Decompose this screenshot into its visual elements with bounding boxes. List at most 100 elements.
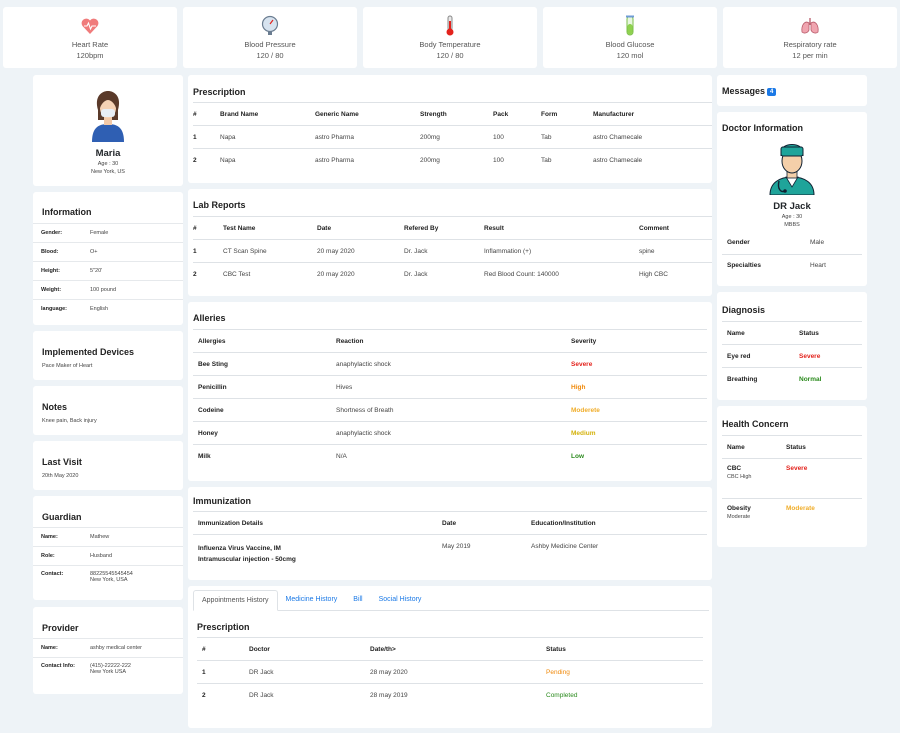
col-header: Strength [420, 102, 493, 126]
table-row: Bee Sting anaphylactic shock Severe [193, 352, 707, 376]
information-title: Information [42, 207, 92, 217]
messages-count-badge: 4 [767, 87, 777, 96]
vital-value: 120 / 80 [436, 51, 464, 60]
test-comment: spine [639, 239, 712, 263]
vital-body-temperature: Body Temperature 120 / 80 [363, 7, 537, 68]
vital-blood-glucose: Blood Glucose 120 mol [543, 7, 717, 68]
test-date: 20 may 2020 [317, 239, 404, 263]
appointment-doctor: DR Jack [249, 660, 370, 684]
immunization-date: May 2019 [442, 534, 531, 569]
row-index: 2 [197, 683, 249, 707]
guardian-value: Mathew [90, 527, 183, 547]
table-row: 1 DR Jack 28 may 2020 Pending [197, 660, 703, 684]
info-row-height: Height: 5"20' [33, 261, 183, 281]
concern-sub: CBC High [727, 474, 752, 480]
allergy-name: Milk [193, 444, 336, 468]
immunization-line2: Intramuscular injection - 50cmg [198, 556, 296, 563]
info-key: Blood: [33, 242, 90, 262]
test-name: CBC Test [223, 262, 317, 286]
vital-value: 120bpm [76, 51, 104, 60]
tab-appointments-history[interactable]: Appointments History [193, 590, 278, 611]
col-header: # [193, 102, 220, 126]
doctor-details-table: Gender Male Specialties Heart [722, 231, 862, 277]
devices-title: Implemented Devices [42, 347, 135, 357]
test-date: 20 may 2020 [317, 262, 404, 286]
table-row: Breathing Normal [722, 367, 862, 391]
appointment-status: Pending [546, 660, 703, 684]
guardian-card: Guardian Name: Mathew Role: Husband Contac… [33, 496, 183, 600]
immunization-details: Influenza Virus Vaccine, IM Intramuscular… [193, 534, 442, 569]
allergies-title: Alleries [193, 313, 226, 323]
row-index: 2 [193, 262, 223, 286]
brand-name: Napa [220, 148, 315, 172]
tab-social-history[interactable]: Social History [371, 590, 430, 610]
test-result: Inflammation (+) [484, 239, 639, 263]
lab-title: Lab Reports [193, 200, 246, 210]
tab-medicine-history[interactable]: Medicine History [278, 590, 346, 610]
appointment-status: Completed [546, 683, 703, 707]
col-header: # [193, 216, 223, 240]
col-header: Result [484, 216, 639, 240]
messages-card[interactable]: Messages 4 [717, 75, 867, 106]
health-concern-title: Health Concern [722, 419, 789, 429]
provider-row-name: Name: ashby medical center [33, 638, 183, 658]
manufacturer: astro Chamecale [593, 125, 712, 149]
row-index: 1 [197, 660, 249, 684]
col-header: Comment [639, 216, 712, 240]
test-name: CT Scan Spine [223, 239, 317, 263]
info-value: O+ [90, 242, 183, 262]
doctor-avatar [767, 139, 817, 200]
appointments-title: Prescription [197, 622, 250, 632]
vital-value: 12 per min [792, 51, 828, 60]
allergy-reaction: Shortness of Breath [336, 398, 571, 422]
allergy-reaction: Hives [336, 375, 571, 399]
vital-blood-pressure: Blood Pressure 120 / 80 [183, 7, 357, 68]
vital-respiratory-rate: Respiratory rate 12 per min [723, 7, 897, 68]
col-header: Date [317, 216, 404, 240]
last-visit-title: Last Visit [42, 457, 82, 467]
info-row-blood: Blood: O+ [33, 242, 183, 262]
guardian-value: Husband [90, 546, 183, 566]
provider-card: Provider Name: ashby medical center Conta… [33, 607, 183, 694]
diagnosis-table: Name Status Eye red Severe Breathing Norma… [722, 321, 862, 391]
col-header: Manufacturer [593, 102, 712, 126]
doctor-value: Male [810, 238, 825, 246]
provider-key: Contact Info: [33, 657, 90, 688]
info-value: Female [90, 223, 183, 243]
allergies-table: Allergies Reaction Severity Bee Sting ana… [193, 329, 707, 468]
table-row: 2 DR Jack 28 may 2019 Completed [197, 683, 703, 707]
notes-title: Notes [42, 402, 68, 412]
allergy-name: Bee Sting [193, 352, 336, 376]
vital-label: Respiratory rate [783, 40, 837, 49]
tab-bill[interactable]: Bill [345, 590, 370, 610]
col-header: Status [786, 435, 862, 459]
concern-cell: CBC CBC High [722, 458, 786, 499]
notes-text: Knee pain, Back injury [42, 418, 97, 424]
guardian-key: Role: [33, 546, 90, 566]
col-header: Form [541, 102, 593, 126]
col-header: Generic Name [315, 102, 420, 126]
allergy-reaction: anaphylactic shock [336, 421, 571, 445]
vital-label: Blood Glucose [605, 40, 655, 49]
allergy-severity: Medium [571, 421, 707, 445]
concern-cell: Obesity Moderate [722, 498, 786, 539]
guardian-title: Guardian [42, 512, 82, 522]
provider-value: ashby medical center [90, 638, 183, 658]
allergy-name: Codeine [193, 398, 336, 422]
appointments-table: # Doctor Date/th> Status 1 DR Jack 28 ma… [197, 637, 703, 707]
patient-profile-card: Maria Age : 30 New York, US [33, 75, 183, 186]
information-card: Information Gender: Female Blood: O+ Heigh… [33, 192, 183, 325]
allergy-severity: Low [571, 444, 707, 468]
col-header: Status [546, 637, 703, 661]
last-visit-card: Last Visit 20th May 2020 [33, 441, 183, 490]
test-result: Red Blood Count: 140000 [484, 262, 639, 286]
health-concern-table: Name Status CBC CBC High Severe Obesity Mo… [722, 435, 862, 539]
guardian-city: New York, USA [90, 577, 128, 583]
table-row: Eye red Severe [722, 344, 862, 368]
implemented-devices-card: Implemented Devices Pace Maker of Heart [33, 331, 183, 380]
guardian-key: Contact: [33, 565, 90, 596]
history-tabs-card: Appointments History Medicine History Bi… [188, 586, 712, 728]
info-key: language: [33, 299, 90, 319]
col-header: Pack [493, 102, 541, 126]
prescription-table: # Brand Name Generic Name Strength Pack … [193, 102, 712, 172]
